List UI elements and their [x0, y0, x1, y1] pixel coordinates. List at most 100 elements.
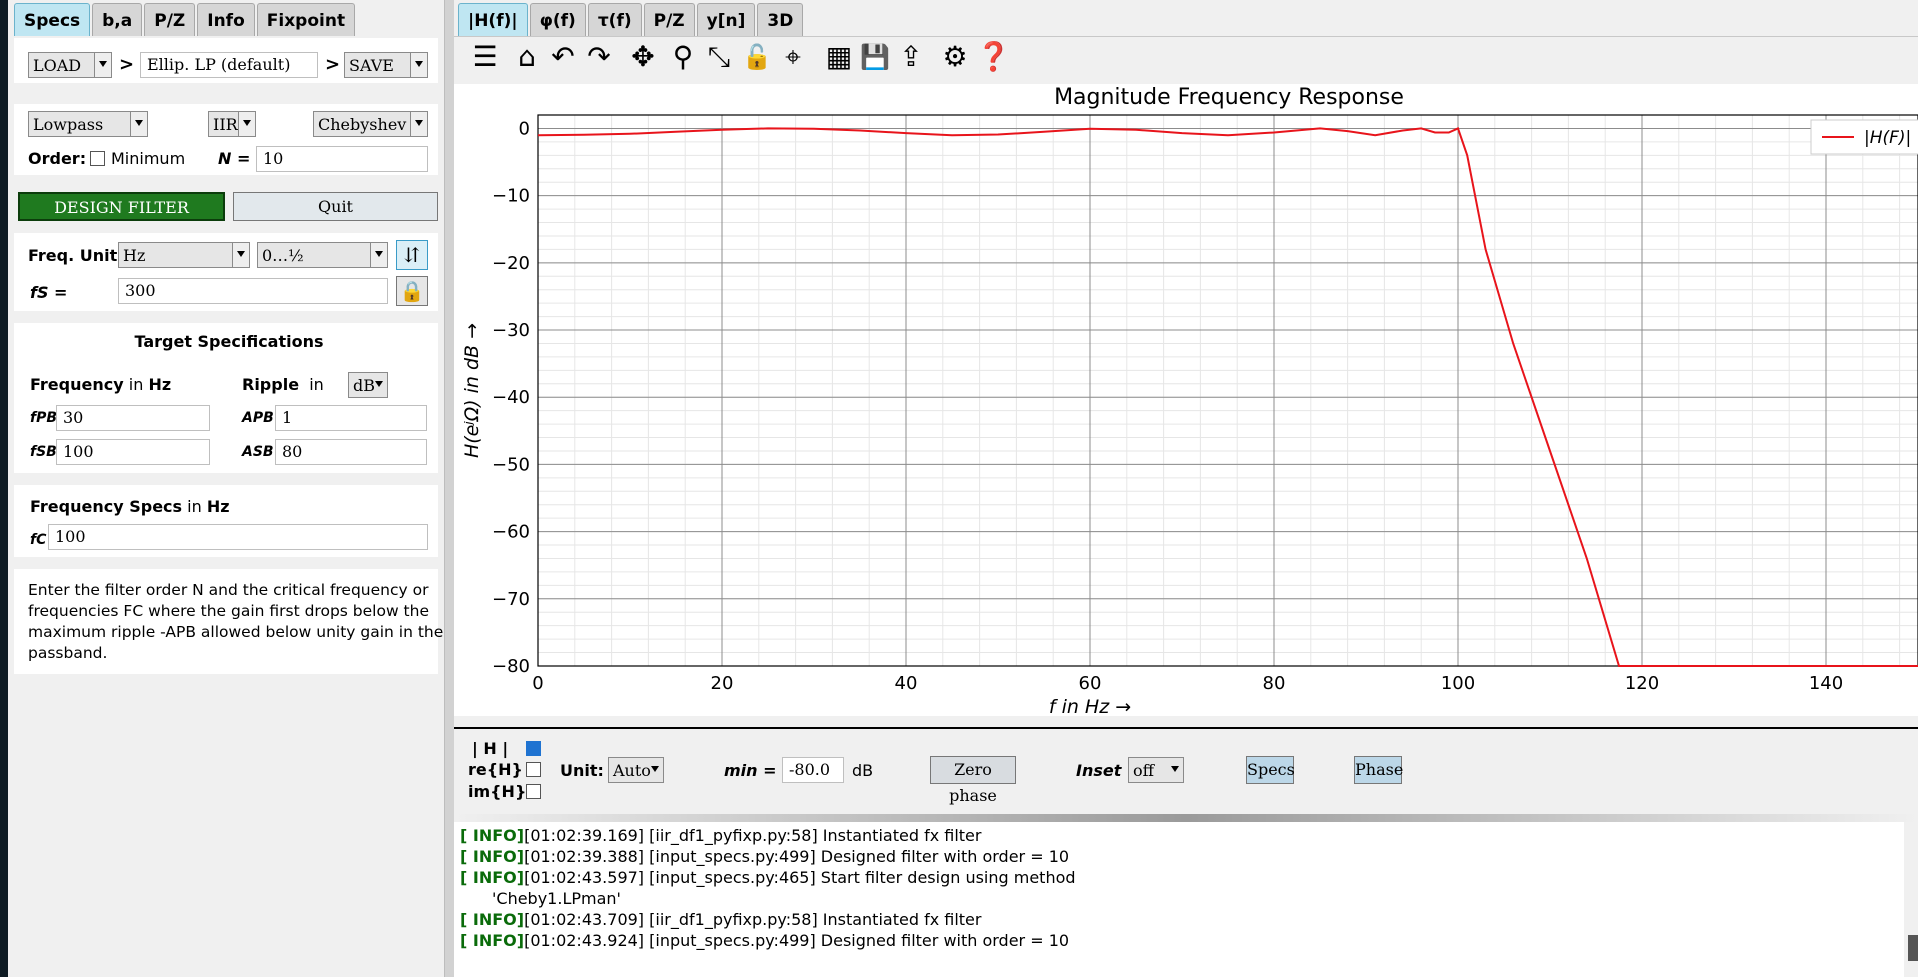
apb-label: APB	[242, 410, 274, 426]
order-input[interactable]: 10	[256, 146, 428, 172]
help-icon[interactable]: ❓	[976, 40, 1011, 74]
splitter-handle[interactable]	[445, 0, 454, 977]
unit-combo[interactable]: Auto	[608, 757, 664, 783]
save-combo[interactable]: SAVE	[344, 52, 428, 78]
arrow-label-2: >	[325, 54, 341, 75]
chevron-down-icon	[232, 243, 249, 267]
tab-info[interactable]: Info	[197, 3, 255, 36]
freq-unit-combo[interactable]: Hz	[118, 242, 250, 268]
inset-label: Inset	[1076, 761, 1122, 780]
tab-ba[interactable]: b,a	[92, 3, 143, 36]
apb-input[interactable]: 1	[275, 405, 427, 431]
plot-frame	[537, 114, 1918, 667]
log-console[interactable]: [ INFO][01:02:39.169] [iir_df1_pyfixp.py…	[454, 822, 1904, 977]
freq-specs-header: Frequency Specs in Hz	[30, 497, 230, 516]
fsb-label: fSB	[30, 444, 57, 460]
fpb-input[interactable]: 30	[56, 405, 210, 431]
pan-icon[interactable]: ✥	[626, 40, 660, 74]
fullscreen-icon[interactable]: ⤡	[702, 40, 736, 74]
lock-icon[interactable]: 🔓	[740, 40, 774, 74]
undo-icon[interactable]: ↶	[546, 40, 580, 74]
zoom-icon[interactable]: ⚲	[666, 40, 700, 74]
tab-group-delay[interactable]: τ(f)	[587, 3, 642, 36]
design-method-label: Chebyshev 1	[318, 115, 422, 134]
filter-name-field[interactable]: Ellip. LP (default)	[140, 52, 318, 78]
tab-3d[interactable]: 3D	[757, 3, 804, 36]
magnitude-chart[interactable]: Magnitude Frequency Response 0 20 40 60 80 10…	[454, 84, 1918, 716]
marker-icon[interactable]: ⌖	[776, 40, 810, 74]
y-tick-label: −20	[492, 253, 530, 274]
fs-input[interactable]: 300	[118, 278, 388, 304]
im-checkbox[interactable]	[526, 784, 541, 799]
grid-icon[interactable]: ▦	[822, 40, 856, 74]
ripple-unit-combo[interactable]: dB	[348, 372, 388, 398]
redo-icon[interactable]: ↷	[582, 40, 616, 74]
filter-class-combo[interactable]: IIR	[208, 111, 256, 137]
layers-icon[interactable]: ☰	[468, 40, 502, 74]
y-tick-label: −80	[492, 656, 530, 677]
re-label: re{H}	[468, 760, 523, 779]
y-axis-label: H(eʲΩ) in dB →	[461, 323, 483, 458]
log-line: [ INFO][01:02:39.169] [iir_df1_pyfixp.py…	[460, 826, 981, 845]
log-text: [01:02:43.597] [input_specs.py:465] Star…	[524, 868, 1076, 887]
min-input[interactable]: -80.0	[782, 757, 844, 783]
phase-button[interactable]: Phase	[1354, 756, 1403, 784]
x-tick-label: 120	[1625, 673, 1659, 694]
tab-impulse[interactable]: y[n]	[696, 3, 756, 36]
minimum-checkbox[interactable]	[90, 151, 105, 166]
export-icon[interactable]: ⇪	[894, 40, 928, 74]
log-text: [01:02:43.924] [input_specs.py:499] Desi…	[524, 931, 1070, 950]
fc-input[interactable]: 100	[48, 524, 428, 550]
target-specs-title: Target Specifications	[134, 332, 324, 351]
lock-icon[interactable]: 🔒	[396, 276, 428, 306]
log-level: [ INFO]	[460, 868, 525, 887]
asb-label: ASB	[242, 444, 274, 460]
plot-controls	[454, 727, 1918, 816]
chart-title: Magnitude Frequency Response	[1054, 85, 1404, 110]
design-filter-button[interactable]: DESIGN FILTER	[18, 192, 225, 221]
tab-fixpoint[interactable]: Fixpoint	[256, 3, 356, 36]
log-scrollbar[interactable]	[1908, 935, 1918, 961]
sort-icon[interactable]: ⇵	[396, 240, 428, 270]
freq-unit-label: Freq. Unit	[28, 246, 118, 265]
re-checkbox[interactable]	[526, 762, 541, 777]
load-combo[interactable]: LOAD	[28, 52, 112, 78]
log-level: [ INFO]	[460, 910, 525, 929]
log-splitter[interactable]	[454, 814, 1918, 822]
home-icon[interactable]: ⌂	[510, 40, 544, 74]
h-label: | H |	[472, 739, 509, 758]
chevron-down-icon	[94, 53, 111, 77]
tab-pole-zero[interactable]: P/Z	[643, 3, 695, 36]
in-label: in	[128, 375, 144, 394]
window-edge	[0, 0, 8, 977]
x-tick-label: 100	[1441, 673, 1475, 694]
chevron-down-icon	[410, 53, 427, 77]
quit-button[interactable]: Quit	[233, 192, 438, 221]
ripple-label: Ripple	[242, 375, 300, 394]
fsb-input[interactable]: 100	[56, 439, 210, 465]
tab-pz[interactable]: P/Z	[144, 3, 196, 36]
design-method-combo[interactable]: Chebyshev 1	[313, 111, 428, 137]
ripple-header: Ripple in	[242, 375, 324, 394]
save-icon[interactable]: 💾	[858, 40, 892, 74]
frequency-label: Frequency	[30, 375, 124, 394]
left-tab-bar: Specs b,a P/Z Info Fixpoint	[14, 3, 356, 36]
log-level: [ INFO]	[460, 847, 525, 866]
tab-specs[interactable]: Specs	[14, 3, 91, 36]
tab-magnitude[interactable]: |H(f)|	[458, 3, 528, 36]
gear-icon[interactable]: ⚙	[938, 40, 972, 74]
freq-specs-in: in	[187, 497, 202, 516]
right-tab-bar: |H(f)| φ(f) τ(f) P/Z y[n] 3D	[458, 3, 804, 36]
specs-button[interactable]: Specs	[1246, 756, 1295, 784]
log-line: [ INFO][01:02:43.924] [input_specs.py:49…	[460, 931, 1069, 950]
tab-phase[interactable]: φ(f)	[529, 3, 586, 36]
help-line: Enter the filter order N and the critica…	[28, 581, 429, 599]
response-type-combo[interactable]: Lowpass	[28, 111, 148, 137]
inset-combo[interactable]: off	[1128, 757, 1184, 783]
zero-phase-button[interactable]: Zero phase	[930, 756, 1016, 805]
freq-range-combo[interactable]: 0…½	[257, 242, 388, 268]
asb-input[interactable]: 80	[275, 439, 427, 465]
h-checkbox[interactable]	[526, 741, 541, 756]
y-tick-label: −50	[492, 454, 530, 475]
help-line: maximum ripple -APB allowed below unity …	[28, 623, 444, 641]
